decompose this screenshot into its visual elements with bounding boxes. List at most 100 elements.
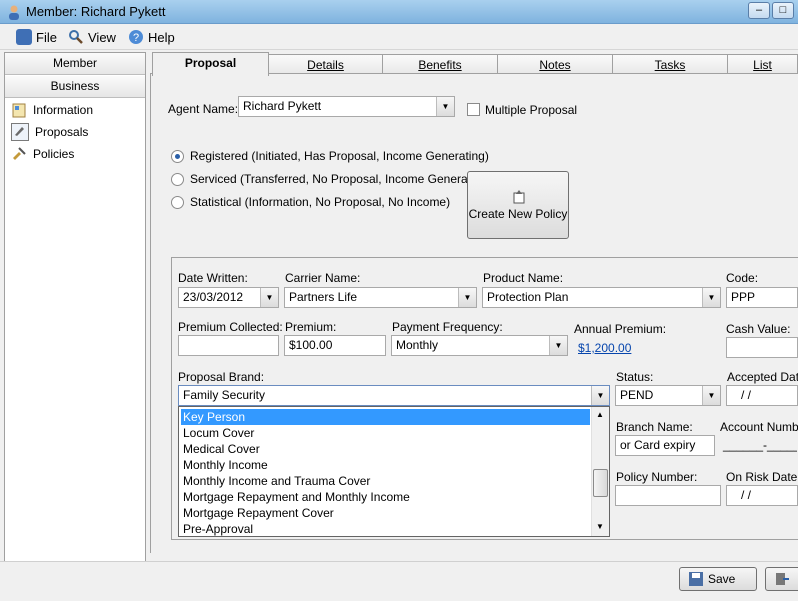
- nav-item-label: Information: [33, 103, 94, 117]
- tab-details[interactable]: Details: [268, 54, 383, 74]
- nav-item-proposals[interactable]: Proposals: [11, 123, 88, 141]
- bottom-bar: Save: [0, 561, 798, 601]
- product-name-combo[interactable]: Protection Plan ▼: [482, 287, 721, 308]
- save-label: Save: [708, 572, 736, 586]
- nav-item-information[interactable]: Information: [11, 101, 93, 119]
- member-icon: [6, 4, 22, 20]
- code-field[interactable]: PPP: [726, 287, 798, 308]
- tab-tasks[interactable]: Tasks: [612, 54, 728, 74]
- registered-radio[interactable]: [171, 150, 184, 163]
- list-item[interactable]: Mortgage Repayment and Monthly Income: [181, 489, 590, 505]
- on-risk-date-field[interactable]: / /: [726, 485, 798, 506]
- registered-radio-label: Registered (Initiated, Has Proposal, Inc…: [190, 149, 489, 163]
- policy-number-field[interactable]: [615, 485, 721, 506]
- policy-number-label: Policy Number:: [616, 470, 698, 484]
- chevron-down-icon[interactable]: ▼: [436, 97, 454, 116]
- menu-help[interactable]: ? Help: [128, 28, 175, 46]
- status-label: Status:: [616, 370, 654, 384]
- product-name-value: Protection Plan: [487, 290, 569, 304]
- tab-proposal[interactable]: Proposal: [152, 52, 269, 76]
- chevron-down-icon[interactable]: ▼: [591, 386, 609, 405]
- chevron-down-icon[interactable]: ▼: [702, 386, 720, 405]
- serviced-radio[interactable]: [171, 173, 184, 186]
- scroll-down-icon[interactable]: ▼: [596, 522, 604, 531]
- proposal-brand-value: Family Security: [183, 388, 266, 402]
- nav-item-policies[interactable]: Policies: [11, 145, 74, 163]
- policies-icon: [11, 146, 27, 162]
- tab-benefits[interactable]: Benefits: [382, 54, 498, 74]
- multiple-proposal-label: Multiple Proposal: [485, 103, 578, 117]
- agent-name-combo[interactable]: Richard Pykett ▼: [238, 96, 455, 117]
- tab-list[interactable]: List: [727, 54, 798, 74]
- business-section-button[interactable]: Business: [5, 76, 145, 98]
- chevron-down-icon[interactable]: ▼: [549, 336, 567, 355]
- accepted-date-label: Accepted Date: [727, 370, 798, 384]
- status-combo[interactable]: PEND ▼: [615, 385, 721, 406]
- list-item[interactable]: Monthly Income: [181, 457, 590, 473]
- proposals-icon: [11, 123, 29, 141]
- list-item[interactable]: Locum Cover: [181, 425, 590, 441]
- proposal-brand-label: Proposal Brand:: [178, 370, 265, 384]
- branch-name-field[interactable]: or Card expiry: [615, 435, 715, 456]
- product-name-label: Product Name:: [483, 271, 564, 285]
- proposal-brand-dropdown-list[interactable]: Key Person Locum Cover Medical Cover Mon…: [178, 406, 610, 537]
- on-risk-date-label: On Risk Date:: [726, 470, 798, 484]
- chevron-down-icon[interactable]: ▼: [702, 288, 720, 307]
- chevron-down-icon[interactable]: ▼: [458, 288, 476, 307]
- date-written-label: Date Written:: [178, 271, 248, 285]
- agent-name-value: Richard Pykett: [243, 99, 322, 113]
- svg-text:?: ?: [133, 32, 139, 44]
- nav-item-label: Policies: [33, 147, 75, 161]
- annual-premium-label: Annual Premium:: [574, 322, 667, 336]
- menu-view[interactable]: View: [68, 28, 116, 46]
- menu-view-label: View: [88, 29, 116, 45]
- account-number-label: Account Number: [720, 420, 798, 434]
- list-item[interactable]: Monthly Income and Trauma Cover: [181, 473, 590, 489]
- branch-name-label: Branch Name:: [616, 420, 693, 434]
- proposal-brand-combo[interactable]: Family Security ▼: [178, 385, 610, 406]
- date-written-picker[interactable]: 23/03/2012 ▼: [178, 287, 279, 308]
- exit-button[interactable]: [765, 567, 798, 591]
- create-new-policy-button[interactable]: Create New Policy: [467, 171, 569, 239]
- scrollbar-thumb[interactable]: [593, 469, 608, 497]
- minimize-button[interactable]: –: [748, 2, 770, 19]
- account-number-field[interactable]: ______-______: [718, 435, 798, 456]
- accepted-date-field[interactable]: / /: [726, 385, 798, 406]
- multiple-proposal-checkbox[interactable]: [467, 103, 480, 116]
- maximize-button[interactable]: □: [772, 2, 794, 19]
- premium-field[interactable]: $100.00: [284, 335, 386, 356]
- premium-collected-label: Premium Collected:: [178, 320, 283, 334]
- statistical-radio-label: Statistical (Information, No Proposal, N…: [190, 195, 451, 209]
- help-icon: ?: [128, 29, 144, 45]
- statistical-radio[interactable]: [171, 196, 184, 209]
- code-label: Code:: [726, 271, 759, 285]
- menu-bar: File View ? Help: [0, 24, 798, 50]
- serviced-radio-label: Serviced (Transferred, No Proposal, Inco…: [190, 172, 492, 186]
- tab-notes[interactable]: Notes: [497, 54, 613, 74]
- chevron-down-icon[interactable]: ▼: [260, 288, 278, 307]
- list-item[interactable]: Pre-Approval: [181, 521, 590, 537]
- member-section-button[interactable]: Member: [5, 53, 145, 75]
- list-item[interactable]: Key Person: [181, 409, 590, 425]
- status-value: PEND: [620, 388, 654, 402]
- carrier-name-label: Carrier Name:: [285, 271, 361, 285]
- agent-name-label: Agent Name:: [168, 102, 239, 116]
- menu-file[interactable]: File: [16, 28, 57, 46]
- file-icon: [16, 29, 32, 45]
- menu-help-label: Help: [148, 29, 175, 45]
- create-new-policy-label: Create New Policy: [468, 207, 568, 221]
- premium-collected-field[interactable]: [178, 335, 279, 356]
- cash-value-field[interactable]: [726, 337, 798, 358]
- new-policy-icon: [511, 189, 527, 208]
- window-title: Member: Richard Pykett: [26, 4, 166, 19]
- payment-frequency-combo[interactable]: Monthly ▼: [391, 335, 568, 356]
- save-button[interactable]: Save: [679, 567, 757, 591]
- premium-label: Premium:: [285, 320, 337, 334]
- dropdown-scrollbar[interactable]: ▲ ▼: [591, 407, 609, 536]
- date-written-value: 23/03/2012: [183, 290, 244, 304]
- annual-premium-link[interactable]: $1,200.00: [578, 341, 631, 355]
- scroll-up-icon[interactable]: ▲: [596, 410, 604, 419]
- list-item[interactable]: Mortgage Repayment Cover: [181, 505, 590, 521]
- list-item[interactable]: Medical Cover: [181, 441, 590, 457]
- carrier-name-combo[interactable]: Partners Life ▼: [284, 287, 477, 308]
